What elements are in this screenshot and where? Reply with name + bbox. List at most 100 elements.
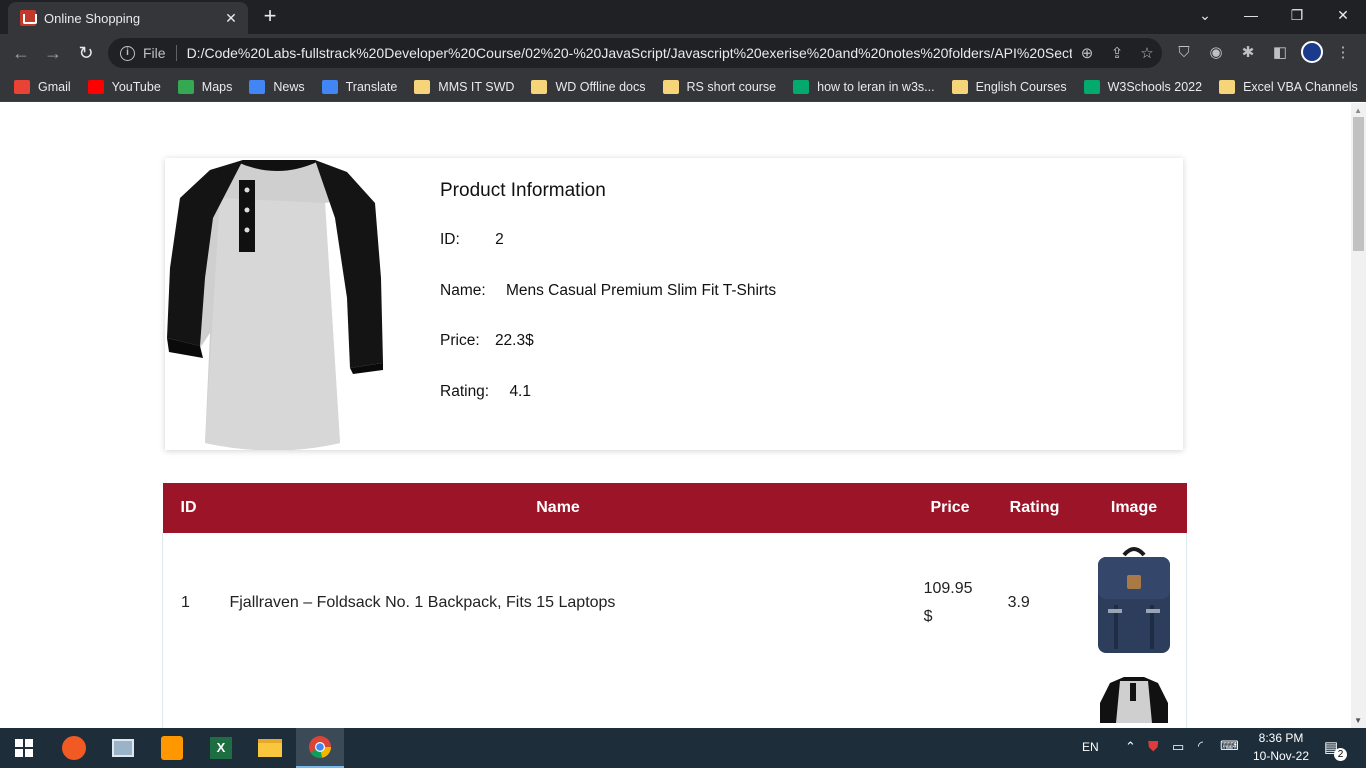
info-icon[interactable]: i	[120, 45, 135, 61]
bookmark-item[interactable]: Maps	[177, 79, 233, 94]
bookmark-star-icon[interactable]: ☆	[1132, 44, 1162, 62]
table-header-row: ID Name Price Rating Image	[162, 483, 1187, 533]
product-id-row: ID: 2	[440, 231, 776, 282]
bookmark-item[interactable]: Translate	[321, 79, 398, 94]
table-row: 1 Fjallraven – Foldsack No. 1 Backpack, …	[162, 533, 1187, 673]
brave-browser-icon[interactable]	[50, 728, 98, 768]
product-info: Product Information ID: 2 Name: Mens Cas…	[440, 180, 776, 433]
menu-kebab-icon[interactable]: ⋮	[1332, 42, 1354, 64]
folder-icon	[414, 79, 431, 94]
name-value: Mens Casual Premium Slim Fit T-Shirts	[505, 281, 777, 299]
products-table: ID Name Price Rating Image 1 Fjallraven …	[162, 483, 1187, 728]
start-windows-icon[interactable]	[0, 728, 48, 768]
scroll-up-arrow-icon[interactable]: ▲	[1354, 106, 1362, 115]
sublime-text-icon[interactable]	[148, 728, 196, 768]
divider	[175, 45, 177, 61]
scroll-thumb[interactable]	[1353, 117, 1364, 251]
bookmark-item[interactable]: MMS IT SWD	[414, 79, 514, 94]
wifi-icon[interactable]: ◜	[1198, 738, 1203, 754]
new-tab-button[interactable]: +	[258, 4, 282, 28]
brave-shield-icon[interactable]: ⛉	[1173, 42, 1195, 64]
file-scheme-label: File	[143, 45, 166, 61]
gmail-icon	[14, 79, 30, 94]
row-price-value: 109.95	[923, 580, 973, 597]
news-icon	[249, 79, 266, 94]
side-panel-icon[interactable]: ◧	[1269, 42, 1291, 64]
bookmark-label: Translate	[345, 79, 398, 94]
keyboard-icon[interactable]: ⌨	[1220, 738, 1239, 754]
header-name: Name	[536, 499, 580, 516]
share-icon[interactable]: ⇪	[1102, 44, 1132, 62]
bookmark-item[interactable]: YouTube	[87, 79, 161, 94]
row-price: 109.95 $	[900, 533, 988, 673]
language-indicator[interactable]: EN	[1082, 740, 1099, 754]
row-price-currency: $	[923, 608, 933, 625]
url-text[interactable]: D:/Code%20Labs-fullstrack%20Developer%20…	[187, 45, 1072, 61]
restore-button[interactable]: ❐	[1274, 0, 1320, 32]
control-panel-icon[interactable]	[99, 728, 147, 768]
show-hidden-icons-icon[interactable]: ⌃	[1125, 739, 1136, 755]
tab-online-shopping[interactable]: Online Shopping ✕	[8, 2, 248, 34]
bookmark-label: Maps	[201, 79, 233, 94]
row-image-cell	[1082, 673, 1187, 728]
battery-icon[interactable]: ▭	[1172, 739, 1184, 755]
youtube-icon	[87, 79, 104, 94]
tshirt-thumbnail-image	[1099, 677, 1168, 723]
id-value: 2	[495, 231, 504, 248]
bookmark-item[interactable]: RS short course	[662, 79, 776, 94]
header-rating: Rating	[1009, 499, 1060, 516]
puzzle-extensions-icon[interactable]: ✱	[1237, 42, 1259, 64]
profile-avatar[interactable]	[1301, 41, 1323, 63]
forward-arrow-icon[interactable]: →	[40, 40, 66, 66]
extension-icon[interactable]: ◉	[1205, 42, 1227, 64]
close-window-button[interactable]: ✕	[1320, 0, 1366, 32]
bookmarks-bar: Gmail YouTube Maps News Translate MMS IT SWD W…	[0, 72, 1366, 102]
bookmark-item[interactable]: WD Offline docs	[531, 79, 646, 94]
tab-search-icon[interactable]: ⌄	[1182, 0, 1228, 32]
address-bar[interactable]: i File D:/Code%20Labs-fullstrack%20Devel…	[108, 38, 1162, 68]
folder-icon	[662, 79, 679, 94]
security-shield-icon[interactable]: ⛊	[1148, 738, 1159, 755]
row-rating: 3.9	[1007, 594, 1030, 611]
bookmark-label: YouTube	[111, 79, 161, 94]
chrome-icon[interactable]	[296, 728, 344, 768]
clock-time[interactable]: 8:36 PM	[1258, 731, 1304, 745]
bookmark-label: News	[273, 79, 305, 94]
row-name: Fjallraven – Foldsack No. 1 Backpack, Fi…	[229, 594, 616, 611]
bookmark-label: Excel VBA Channels	[1243, 79, 1358, 94]
excel-icon[interactable]: X	[197, 728, 245, 768]
bookmark-label: Gmail	[38, 79, 71, 94]
shopping-cart-icon	[20, 10, 37, 26]
bookmark-item[interactable]: English Courses	[951, 79, 1067, 94]
folder-icon	[1219, 79, 1236, 94]
bookmark-label: WD Offline docs	[555, 79, 646, 94]
bookmark-item[interactable]: Excel VBA Channels	[1219, 79, 1358, 94]
bookmark-item[interactable]: Gmail	[14, 79, 71, 94]
backpack-image	[1097, 546, 1170, 653]
row-partial	[163, 673, 1082, 728]
windows-taskbar: X EN ⌃ ⛊ ▭ ◜ ⌨ 8:36 PM 10-Nov-22 ▤ 2	[0, 728, 1366, 768]
row-id: 1	[181, 594, 190, 611]
page-scrollbar[interactable]: ▲ ▼	[1351, 103, 1366, 728]
w3schools-icon	[793, 79, 810, 94]
reload-icon[interactable]: ↻	[73, 40, 99, 66]
file-explorer-icon[interactable]	[246, 728, 294, 768]
zoom-icon[interactable]: ⊕	[1072, 44, 1102, 62]
clock-date[interactable]: 10-Nov-22	[1252, 749, 1310, 763]
bookmark-item[interactable]: News	[249, 79, 305, 94]
rating-value: 4.1	[509, 382, 531, 400]
product-rating-row: Rating: 4.1	[440, 383, 776, 434]
table-row	[162, 673, 1187, 728]
name-label: Name:	[440, 281, 486, 299]
bookmark-item[interactable]: W3Schools 2022	[1083, 79, 1202, 94]
back-arrow-icon[interactable]: ←	[8, 40, 34, 66]
price-label: Price:	[440, 332, 480, 349]
close-tab-icon[interactable]: ✕	[220, 10, 242, 27]
scroll-down-arrow-icon[interactable]: ▼	[1354, 716, 1362, 725]
translate-icon	[321, 79, 338, 94]
minimize-button[interactable]: —	[1228, 0, 1274, 32]
page-viewport: Product Information ID: 2 Name: Mens Cas…	[0, 103, 1366, 728]
product-name-row: Name: Mens Casual Premium Slim Fit T-Shi…	[440, 282, 776, 333]
bookmark-item[interactable]: how to leran in w3s...	[793, 79, 935, 94]
folder-icon	[951, 79, 968, 94]
